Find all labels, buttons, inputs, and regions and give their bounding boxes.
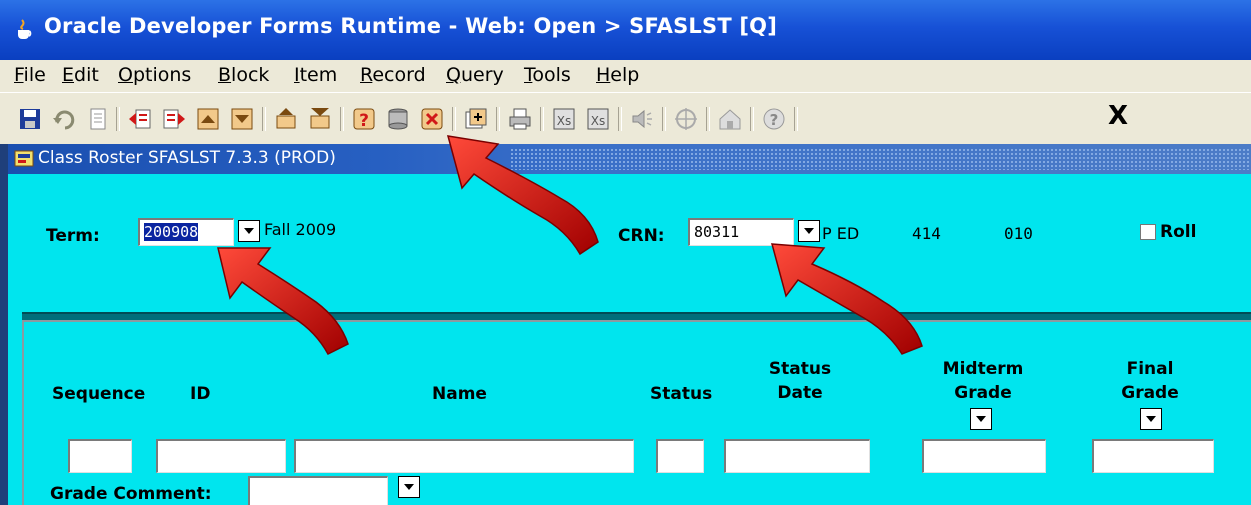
menu-options[interactable]: Options	[118, 64, 191, 86]
window-frame-left	[0, 144, 8, 505]
form-icon	[14, 150, 34, 167]
svg-text:Xs: Xs	[591, 114, 605, 128]
column-header-final-line2: Grade	[1121, 383, 1179, 403]
crn-label: CRN:	[618, 226, 665, 246]
window-title: Oracle Developer Forms Runtime - Web: Op…	[44, 14, 778, 38]
svg-text:?: ?	[359, 111, 369, 131]
term-lov-button[interactable]	[238, 220, 260, 242]
list-icon[interactable]	[384, 105, 412, 133]
window-title-bar: Oracle Developer Forms Runtime - Web: Op…	[0, 0, 1251, 60]
save-icon[interactable]	[16, 105, 44, 133]
menu-query[interactable]: Query	[446, 64, 504, 86]
menu-edit[interactable]: Edit	[62, 64, 99, 86]
column-header-status: Status	[650, 384, 713, 404]
execute-query-icon[interactable]	[306, 105, 334, 133]
remove-record-icon[interactable]: Xs	[550, 105, 578, 133]
menu-bar: File Edit Options Block Item Record Quer…	[0, 60, 1251, 93]
exit-button[interactable]: X	[1108, 101, 1128, 131]
form-title-bar: Class Roster SFASLST 7.3.3 (PROD)	[8, 144, 1251, 174]
grade-comment-lov-button[interactable]	[398, 476, 420, 498]
print-icon[interactable]	[84, 105, 112, 133]
previous-record-icon[interactable]	[194, 105, 222, 133]
status-date-input[interactable]	[724, 439, 870, 473]
final-grade-lov-button[interactable]	[1140, 408, 1162, 430]
crn-input[interactable]: 80311	[688, 218, 794, 246]
midterm-grade-lov-button[interactable]	[970, 408, 992, 430]
svg-text:?: ?	[770, 111, 779, 129]
insert-record-icon[interactable]	[462, 105, 490, 133]
column-header-status-date-line2: Date	[777, 383, 823, 403]
help-icon[interactable]: ?	[350, 105, 378, 133]
crn-course: 414	[912, 224, 941, 243]
crn-lov-button[interactable]	[798, 220, 820, 242]
form-title: Class Roster SFASLST 7.3.3 (PROD)	[38, 148, 336, 168]
column-header-id: ID	[190, 384, 211, 404]
title-bar-pattern	[510, 148, 1251, 170]
menu-help[interactable]: Help	[596, 64, 639, 86]
id-input[interactable]	[156, 439, 286, 473]
status-input[interactable]	[656, 439, 704, 473]
column-header-sequence: Sequence	[52, 384, 146, 404]
home-icon[interactable]	[716, 105, 744, 133]
menu-record[interactable]: Record	[360, 64, 426, 86]
crn-subject: P ED	[822, 224, 860, 243]
roster-block-frame	[22, 320, 1251, 505]
menu-block[interactable]: Block	[218, 64, 269, 86]
column-header-name: Name	[432, 384, 487, 404]
java-cup-icon	[18, 19, 32, 39]
cancel-query-icon[interactable]	[418, 105, 446, 133]
grade-comment-input[interactable]	[248, 476, 388, 505]
enter-query-icon[interactable]	[272, 105, 300, 133]
final-grade-input[interactable]	[1092, 439, 1214, 473]
help-circle-icon[interactable]: ?	[760, 105, 788, 133]
roll-checkbox[interactable]	[1140, 224, 1156, 240]
search-icon[interactable]	[672, 105, 700, 133]
crn-section: 010	[1004, 224, 1033, 243]
menu-file[interactable]: File	[14, 64, 46, 86]
rollback-icon[interactable]	[50, 105, 78, 133]
toolbar: ? Xs Xs ? X	[0, 92, 1251, 146]
name-input[interactable]	[294, 439, 634, 473]
term-input[interactable]: 200908	[138, 218, 234, 246]
sequence-input[interactable]	[68, 439, 132, 473]
next-block-icon[interactable]	[160, 105, 188, 133]
column-header-midterm-line2: Grade	[954, 383, 1012, 403]
svg-text:Xs: Xs	[557, 114, 571, 128]
midterm-grade-input[interactable]	[922, 439, 1046, 473]
term-description: Fall 2009	[264, 220, 337, 239]
roll-label: Roll	[1160, 222, 1197, 242]
column-header-final-line1: Final	[1126, 359, 1174, 379]
term-label: Term:	[46, 226, 100, 246]
clear-icon[interactable]: Xs	[584, 105, 612, 133]
menu-tools[interactable]: Tools	[524, 64, 571, 86]
column-header-status-date-line1: Status	[768, 359, 832, 379]
column-header-midterm-line1: Midterm	[942, 359, 1024, 379]
class-roster-form: Class Roster SFASLST 7.3.3 (PROD) Term: …	[8, 144, 1251, 505]
grade-comment-label: Grade Comment:	[50, 484, 212, 504]
audio-icon[interactable]	[628, 105, 656, 133]
next-record-icon[interactable]	[228, 105, 256, 133]
print-screen-icon[interactable]	[506, 105, 534, 133]
previous-block-icon[interactable]	[126, 105, 154, 133]
menu-item[interactable]: Item	[294, 64, 337, 86]
